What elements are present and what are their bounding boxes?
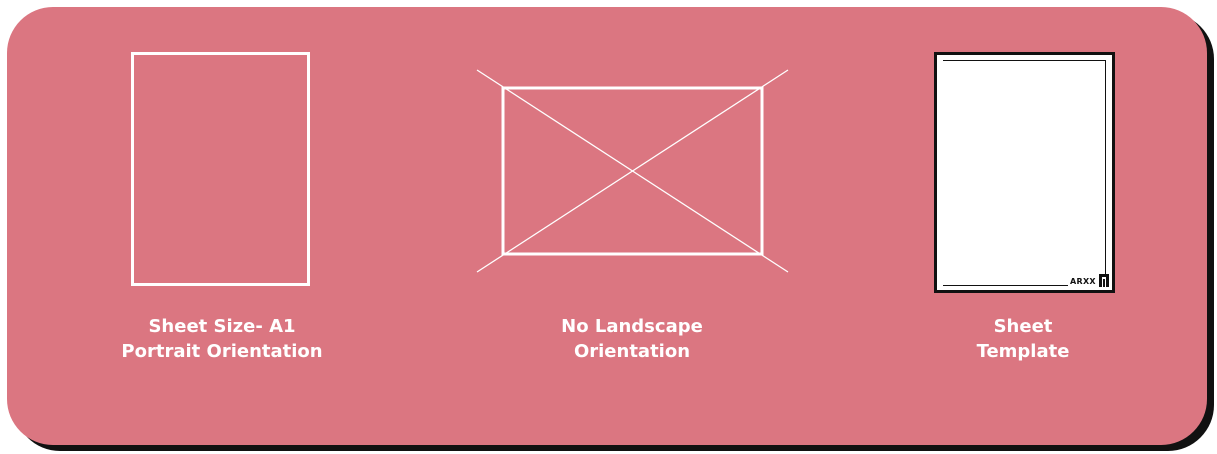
caption-line: Sheet Size- A1 <box>148 316 296 337</box>
template-border <box>943 60 1106 285</box>
caption-line: Template <box>976 341 1070 362</box>
caption-line: Portrait Orientation <box>121 341 323 362</box>
logo-icon <box>1099 274 1109 287</box>
landscape-caption: No Landscape Orientation <box>510 314 754 364</box>
sheet-template-icon: ARXX <box>934 52 1115 293</box>
template-title-line <box>943 285 1068 286</box>
crossed-landscape-sheet-icon <box>476 69 789 273</box>
template-label: ARXX <box>1070 277 1096 286</box>
caption-line: Orientation <box>573 341 691 362</box>
portrait-sheet-icon <box>131 52 310 286</box>
template-caption: Sheet Template <box>901 314 1145 364</box>
caption-line: No Landscape <box>561 316 703 337</box>
caption-line: Sheet <box>993 316 1053 337</box>
requirements-panel: Sheet Size- A1 Portrait Orientation No L… <box>0 0 1217 454</box>
portrait-caption: Sheet Size- A1 Portrait Orientation <box>100 314 344 364</box>
